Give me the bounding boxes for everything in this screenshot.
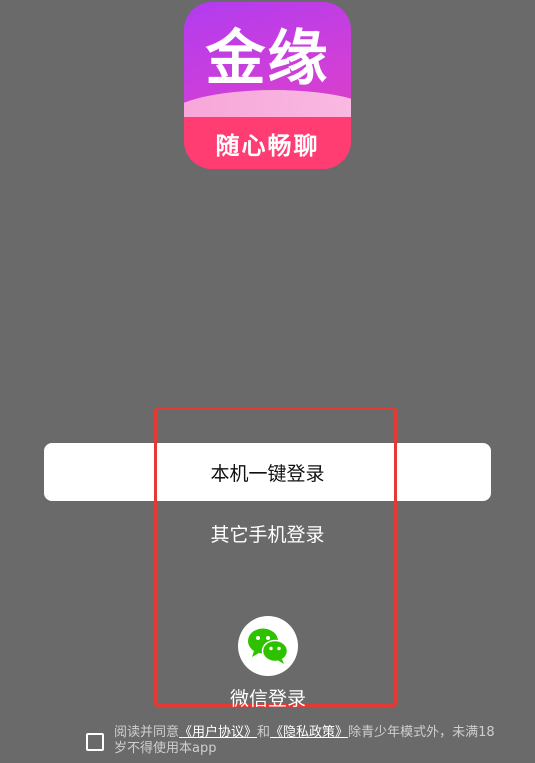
agreement-checkbox[interactable]: [86, 733, 104, 751]
agreement-prefix: 阅读并同意: [114, 725, 180, 740]
wechat-login-button[interactable]: [238, 616, 298, 676]
app-logo: 金缘 随心畅聊: [184, 2, 351, 169]
user-agreement-link[interactable]: 《用户协议》: [179, 725, 257, 740]
logo-slogan-text: 随心畅聊: [215, 132, 320, 160]
wechat-icon: [248, 628, 289, 664]
agreement-and: 和: [257, 725, 271, 740]
agreement-row: 阅读并同意《用户协议》和《隐私政策》除青少年模式外，未满18岁不得使用本app: [86, 725, 506, 757]
logo-brand-text: 金缘: [205, 24, 330, 94]
agreement-text: 阅读并同意《用户协议》和《隐私政策》除青少年模式外，未满18岁不得使用本app: [114, 725, 506, 757]
wechat-login-label: 微信登录: [229, 688, 306, 710]
privacy-policy-link[interactable]: 《隐私政策》: [270, 725, 348, 740]
